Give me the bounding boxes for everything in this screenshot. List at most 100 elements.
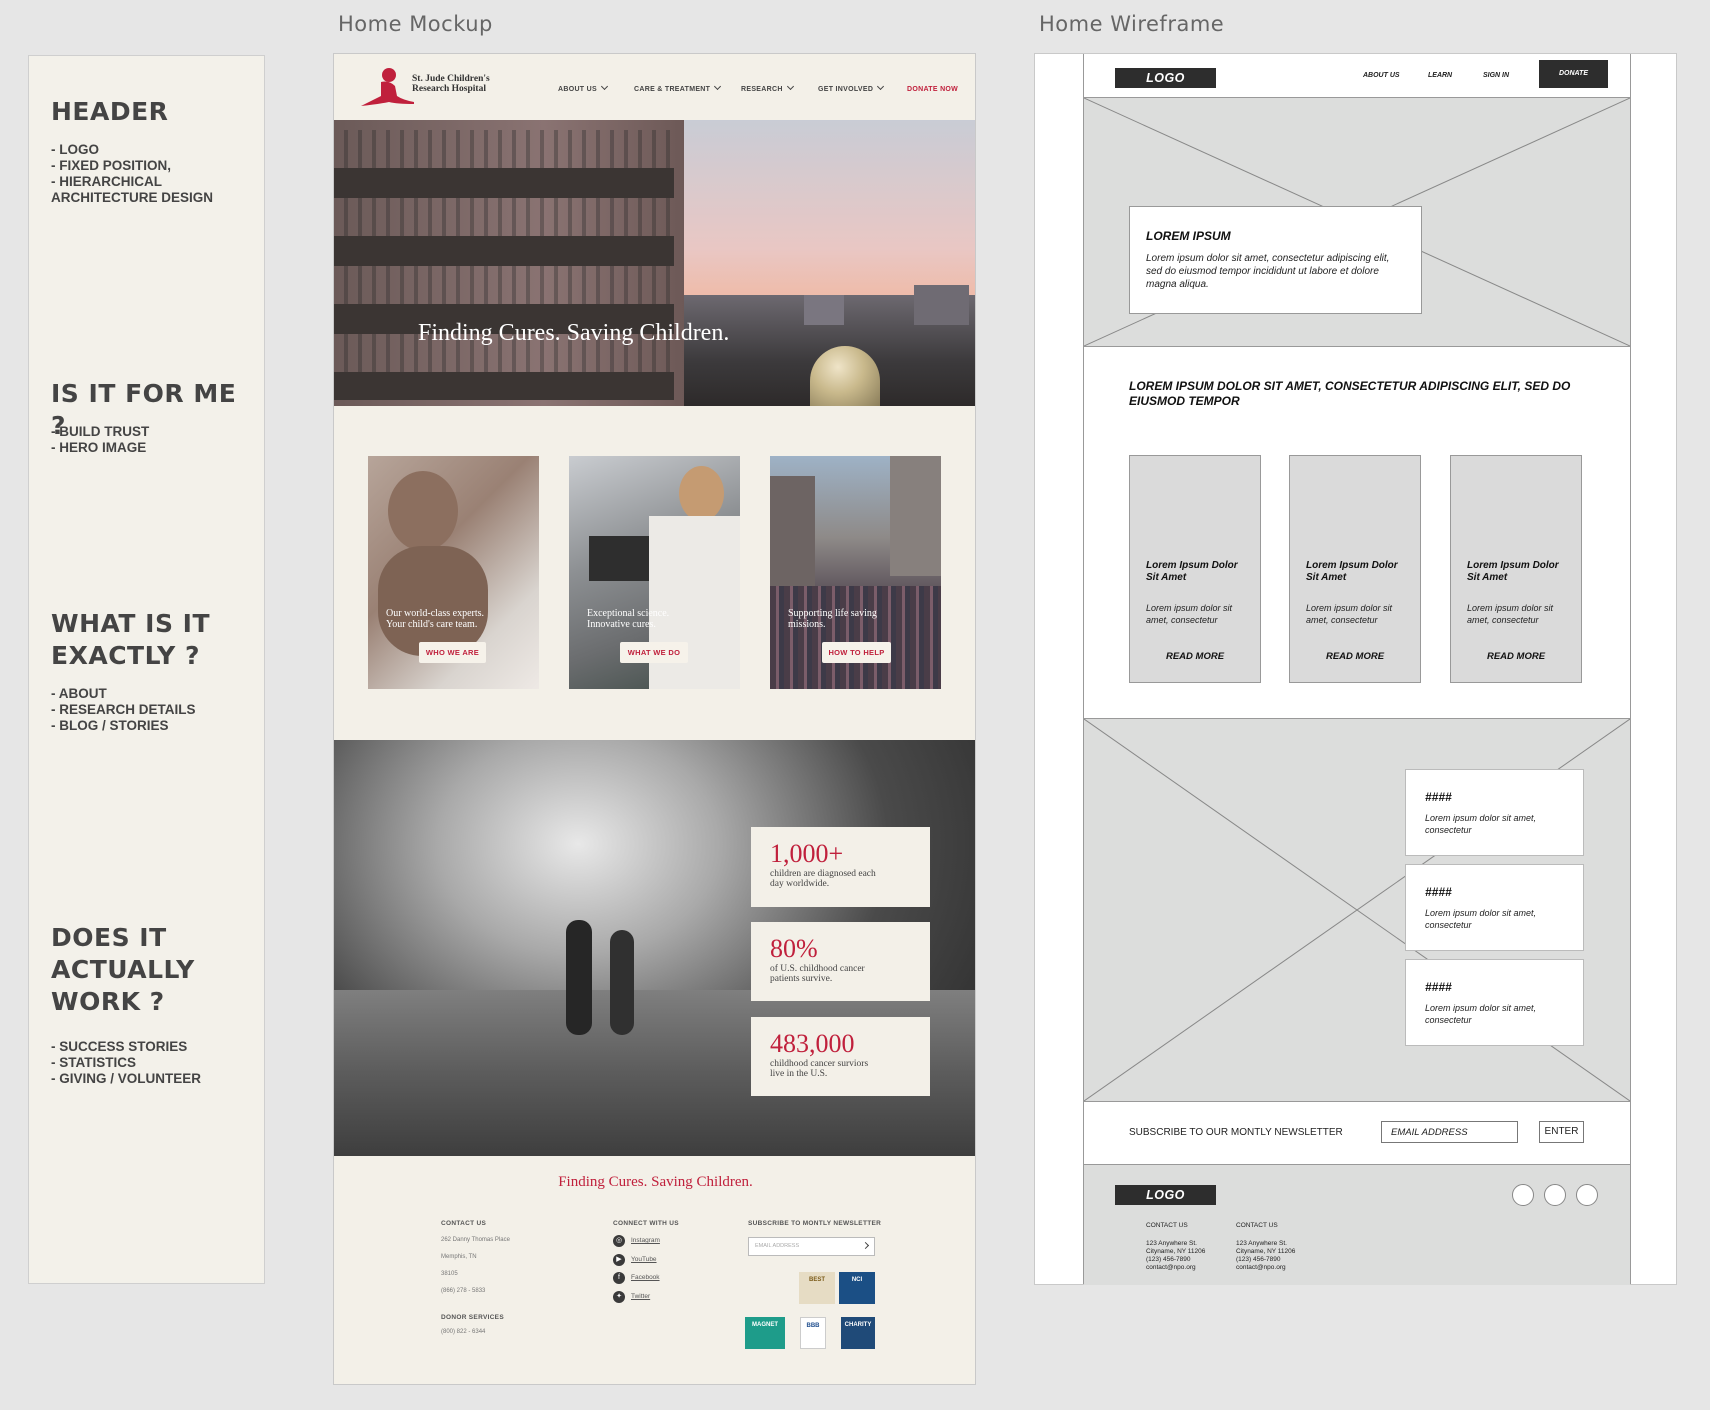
stat-line: live in the U.S. [770, 1069, 828, 1079]
nav-label: GET INVOLVED [818, 86, 874, 93]
wf-stat-number: #### [1425, 885, 1452, 899]
nav-research[interactable]: RESEARCH [741, 82, 794, 93]
wf-stat-text: Lorem ipsum dolor sit amet, consectetur [1425, 1003, 1537, 1025]
card-caption: Our world-class experts. Your child's car… [386, 608, 484, 630]
note-item: - SUCCESS STORIES [51, 1039, 188, 1054]
nav-label: RESEARCH [741, 86, 783, 93]
nav-label: CARE & TREATMENT [634, 86, 711, 93]
card-what-we-do: Exceptional science. Innovative cures. WH… [569, 456, 740, 689]
caption-line: Your child's care team. [386, 619, 478, 630]
email-placeholder: EMAIL ADDRESS [755, 1243, 800, 1249]
note-item: - ABOUT [51, 686, 107, 701]
footer-tagline: Finding Cures. Saving Children. [558, 1174, 753, 1190]
bbb-badge-icon: BBB [800, 1317, 826, 1349]
stat-number: 80% [770, 934, 818, 963]
card-caption: Supporting life saving missions. [788, 608, 877, 630]
caption-line: Innovative cures. [587, 619, 656, 630]
social-circle-icon[interactable] [1576, 1184, 1598, 1206]
chevron-down-icon [714, 82, 722, 91]
st-jude-logo-icon[interactable] [359, 66, 414, 110]
chevron-right-icon[interactable] [861, 1241, 870, 1250]
caption-line: Our world-class experts. [386, 608, 485, 619]
social-label: Twitter [631, 1293, 651, 1300]
stat-text: children are diagnosed each day worldwide… [770, 869, 920, 889]
wf-card: Lorem Ipsum Dolor Sit Amet Lorem ipsum d… [1289, 455, 1421, 683]
best-charity-badge-icon: BEST [799, 1272, 835, 1304]
newsletter-email-input[interactable]: EMAIL ADDRESS [748, 1237, 875, 1256]
stat-number: 483,000 [770, 1029, 855, 1058]
note-item: - LOGO [51, 142, 99, 157]
stat-card: 80% of U.S. childhood cancer patients sur… [751, 922, 930, 1001]
wf-card-text: Lorem ipsum dolor sit amet, consectetur [1467, 603, 1554, 625]
wf-stat-text: Lorem ipsum dolor sit amet, consectetur [1425, 813, 1537, 835]
note-heading: WHAT IS IT EXACTLY ? [51, 609, 211, 670]
note-item: - STATISTICS [51, 1055, 136, 1070]
caption-line: Exceptional science. [587, 608, 670, 619]
contact-heading: CONTACT US [441, 1220, 487, 1227]
wf-donate-button[interactable]: DONATE [1539, 60, 1608, 88]
nav-get-involved[interactable]: GET INVOLVED [818, 82, 885, 93]
wf-enter-button[interactable]: ENTER [1539, 1121, 1584, 1143]
instagram-icon: ◎ [613, 1235, 625, 1247]
who-we-are-button[interactable]: WHO WE ARE [419, 642, 486, 663]
wf-logo[interactable]: LOGO [1115, 68, 1216, 88]
wf-hero-title: LOREM IPSUM [1146, 229, 1231, 243]
address-line: Memphis, TN [441, 1254, 477, 1260]
card-how-to-help: Supporting life saving missions. HOW TO H… [770, 456, 941, 689]
nci-badge-icon: NCI [839, 1272, 875, 1304]
wf-card-title: Lorem Ipsum Dolor Sit Amet [1306, 560, 1398, 583]
chevron-down-icon [786, 82, 794, 91]
hero-headline: Finding Cures. Saving Children. [418, 320, 730, 346]
stat-line: of U.S. childhood cancer [770, 964, 865, 974]
wf-card-text: Lorem ipsum dolor sit amet, consectetur [1146, 603, 1233, 625]
address-line: 262 Danny Thomas Place [441, 1237, 510, 1243]
donor-services-heading: DONOR SERVICES [441, 1314, 504, 1321]
nav-label: ABOUT US [558, 86, 597, 93]
wf-read-more-link[interactable]: READ MORE [1290, 651, 1420, 662]
chevron-down-icon [877, 82, 885, 91]
donate-now-button[interactable]: DONATE NOW [907, 86, 958, 93]
wf-nav-learn[interactable]: LEARN [1428, 72, 1452, 79]
wf-footer-column: CONTACT US 123 Anywhere St. Cityname, NY… [1236, 1214, 1295, 1280]
home-mockup: St. Jude Children's Research Hospital AB… [333, 53, 976, 1385]
note-item: - BLOG / STORIES [51, 718, 169, 733]
wf-nav-about-us[interactable]: ABOUT US [1363, 72, 1400, 79]
stat-line: childhood cancer surviors [770, 1059, 869, 1069]
wf-stat-card: #### Lorem ipsum dolor sit amet, consect… [1405, 959, 1584, 1046]
what-we-do-button[interactable]: WHAT WE DO [620, 642, 688, 663]
nav-about-us[interactable]: ABOUT US [558, 82, 609, 93]
charity-navigator-badge-icon: CHARITY [841, 1317, 875, 1349]
social-circle-icon[interactable] [1512, 1184, 1534, 1206]
note-heading: HEADER [51, 97, 169, 126]
stats-section-image: 1,000+ children are diagnosed each day wo… [334, 740, 975, 1156]
youtube-icon: ▶ [613, 1254, 625, 1266]
caption-line: missions. [788, 619, 826, 630]
wf-stat-card: #### Lorem ipsum dolor sit amet, consect… [1405, 769, 1584, 856]
chevron-down-icon [600, 82, 609, 91]
wf-email-input[interactable]: EMAIL ADDRESS [1381, 1121, 1518, 1143]
wf-nav-sign-in[interactable]: SIGN IN [1483, 72, 1509, 79]
wf-read-more-link[interactable]: READ MORE [1451, 651, 1581, 662]
connect-heading: CONNECT WITH US [613, 1220, 679, 1227]
wf-read-more-link[interactable]: READ MORE [1130, 651, 1260, 662]
wf-footer-body: 123 Anywhere St. Cityname, NY 11206 (123… [1146, 1240, 1206, 1271]
wf-stat-text: Lorem ipsum dolor sit amet, consectetur [1425, 908, 1537, 930]
stat-card: 1,000+ children are diagnosed each day wo… [751, 827, 930, 907]
stat-text: childhood cancer surviors live in the U.S… [770, 1059, 920, 1079]
wf-footer-column: CONTACT US 123 Anywhere St. Cityname, NY… [1146, 1214, 1205, 1280]
logo-line-1: St. Jude Children's [412, 74, 490, 84]
wireframe-page: LOGO ABOUT US LEARN SIGN IN DONATE LOREM… [1083, 54, 1631, 1285]
social-circle-icon[interactable] [1544, 1184, 1566, 1206]
phone-number: (866) 278 - 5833 [441, 1288, 486, 1294]
wf-stat-number: #### [1425, 980, 1452, 994]
note-item: - HIERARCHICAL [51, 174, 162, 189]
wf-card: Lorem Ipsum Dolor Sit Amet Lorem ipsum d… [1450, 455, 1582, 683]
nav-care-treatment[interactable]: CARE & TREATMENT [634, 82, 722, 93]
wf-email-placeholder: EMAIL ADDRESS [1391, 1127, 1468, 1138]
wf-stat-card: #### Lorem ipsum dolor sit amet, consect… [1405, 864, 1584, 951]
note-item: - FIXED POSITION, [51, 158, 172, 173]
how-to-help-button[interactable]: HOW TO HELP [822, 642, 891, 663]
wf-footer-logo[interactable]: LOGO [1115, 1185, 1216, 1205]
wf-hero-text: Lorem ipsum dolor sit amet, consectetur … [1146, 253, 1390, 290]
wf-card-title: Lorem Ipsum Dolor Sit Amet [1467, 560, 1559, 583]
